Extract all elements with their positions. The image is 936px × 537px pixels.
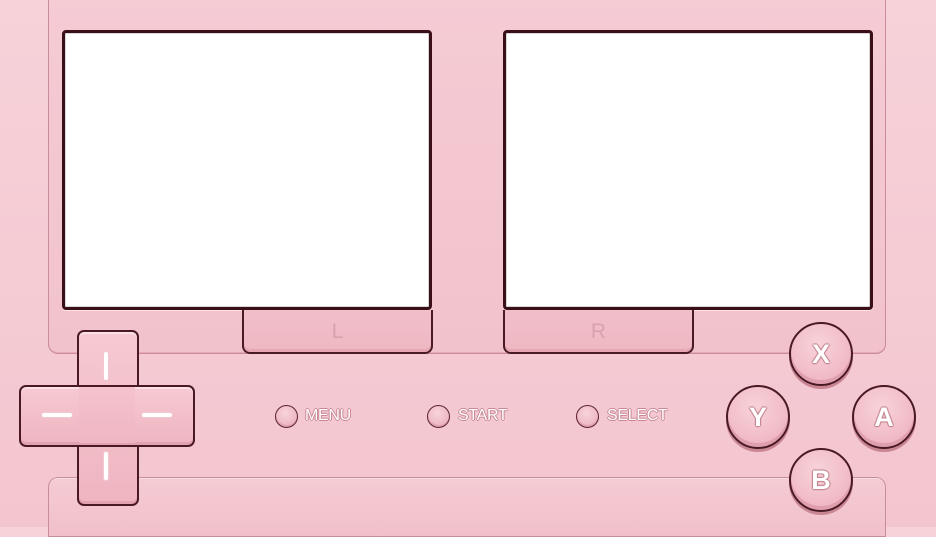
- menu-button[interactable]: [275, 405, 298, 428]
- top-screen-right[interactable]: [503, 30, 873, 310]
- shoulder-button-l[interactable]: L: [242, 310, 433, 354]
- menu-label: MENU: [305, 407, 351, 424]
- bottom-bezel: [48, 477, 886, 537]
- start-button[interactable]: [427, 405, 450, 428]
- dpad-right-icon[interactable]: [142, 413, 172, 417]
- top-screen-left[interactable]: [62, 30, 432, 310]
- select-label: SELECT: [607, 407, 668, 424]
- y-button[interactable]: Y: [726, 385, 790, 449]
- x-button[interactable]: X: [789, 322, 853, 386]
- select-button[interactable]: [576, 405, 599, 428]
- dpad-up-icon[interactable]: [104, 352, 108, 380]
- start-label: START: [458, 407, 508, 424]
- dpad-center: [79, 387, 135, 443]
- a-button[interactable]: A: [852, 385, 916, 449]
- shoulder-button-r[interactable]: R: [503, 310, 694, 354]
- dpad-down-icon[interactable]: [104, 452, 108, 480]
- b-button[interactable]: B: [789, 448, 853, 512]
- dpad-left-icon[interactable]: [42, 413, 72, 417]
